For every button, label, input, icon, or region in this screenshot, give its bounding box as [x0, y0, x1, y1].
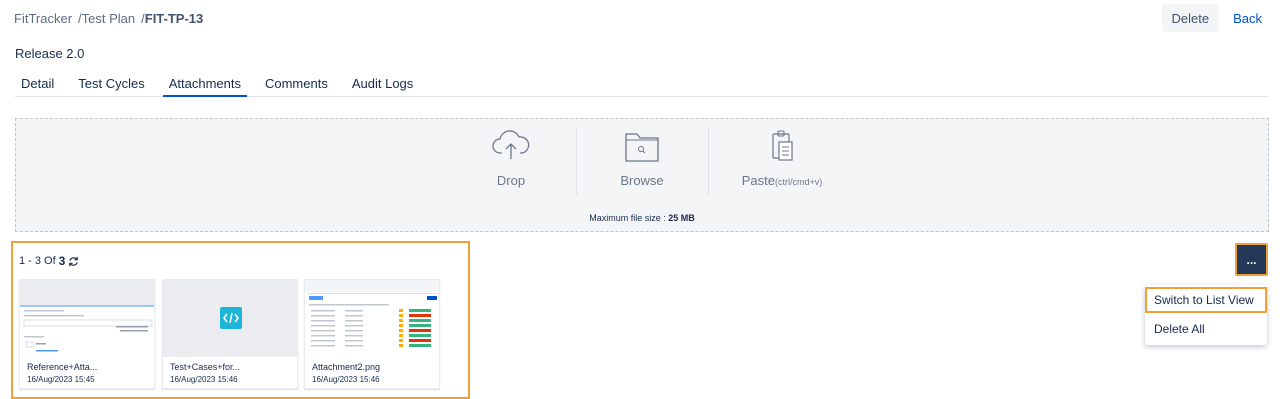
attachment-thumbnail	[20, 280, 154, 357]
attachment-date: 16/Aug/2023 15:46	[170, 375, 238, 384]
folder-icon	[625, 133, 659, 162]
paste-shortcut-hint: (ctrl/cmd+v)	[775, 177, 823, 187]
document-preview-image	[20, 280, 154, 357]
breadcrumb-section[interactable]: /Test Plan	[78, 11, 135, 26]
tab-test-cycles[interactable]: Test Cycles	[72, 73, 150, 97]
tab-comments[interactable]: Comments	[259, 73, 334, 97]
attachment-count: 1 - 3 Of 3	[19, 254, 79, 268]
more-options-menu: Switch to List View Delete All	[1145, 285, 1267, 345]
count-range: 1 - 3	[19, 255, 42, 267]
header-actions: Delete Back	[1161, 4, 1270, 32]
attachment-card[interactable]: Test+Cases+for... 16/Aug/2023 15:46	[162, 279, 298, 389]
count-total: 3	[58, 254, 66, 268]
code-file-icon	[220, 307, 242, 329]
attachment-card[interactable]: Attachment2.png 16/Aug/2023 15:46	[304, 279, 440, 389]
menu-item-switch-to-list-view[interactable]: Switch to List View	[1145, 287, 1267, 313]
drop-area[interactable]: Drop	[446, 129, 576, 199]
attachments-panel: 1 - 3 Of 3 Reference+Atta... 16/Aug/2023…	[11, 241, 470, 399]
browse-label: Browse	[620, 173, 664, 188]
drop-label: Drop	[496, 173, 526, 188]
attachment-name: Reference+Atta...	[27, 362, 98, 372]
back-button[interactable]: Back	[1225, 4, 1270, 32]
attachment-name: Attachment2.png	[312, 362, 381, 372]
menu-item-delete-all[interactable]: Delete All	[1145, 316, 1267, 342]
screenshot-preview-image	[305, 280, 439, 357]
breadcrumb-current: FIT-TP-13	[144, 11, 204, 26]
browse-area[interactable]: Browse	[577, 129, 707, 199]
count-of: Of	[44, 255, 56, 267]
refresh-icon[interactable]	[68, 256, 79, 267]
attachment-date: 16/Aug/2023 15:45	[27, 375, 95, 384]
tab-bar: Detail Test Cycles Attachments Comments …	[15, 73, 1268, 97]
attachment-date: 16/Aug/2023 15:46	[312, 375, 380, 384]
release-label: Release 2.0	[15, 46, 85, 61]
attachment-card[interactable]: Reference+Atta... 16/Aug/2023 15:45	[19, 279, 155, 389]
tab-attachments[interactable]: Attachments	[162, 73, 247, 97]
attachment-name: Test+Cases+for...	[170, 362, 241, 372]
more-options-button[interactable]: ...	[1235, 243, 1268, 276]
breadcrumb: FitTracker /Test Plan / FIT-TP-13	[14, 11, 203, 26]
attachment-thumbnail	[305, 280, 439, 357]
max-size-label: Maximum file size :	[589, 213, 666, 223]
max-size-value: 25 MB	[668, 213, 695, 223]
clipboard-icon	[772, 130, 793, 161]
attachment-thumbnail	[163, 280, 297, 357]
delete-button[interactable]: Delete	[1161, 4, 1220, 32]
paste-label: Paste(ctrl/cmd+v)	[712, 173, 852, 188]
breadcrumb-project[interactable]: FitTracker	[14, 11, 72, 26]
paste-text: Paste	[741, 173, 775, 188]
tab-audit-logs[interactable]: Audit Logs	[346, 73, 419, 97]
cloud-upload-icon	[492, 130, 530, 159]
paste-area[interactable]: Paste(ctrl/cmd+v)	[712, 129, 852, 199]
divider	[708, 127, 709, 195]
upload-dropzone[interactable]: Drop Browse Paste(ctrl/cmd+v) Maximum fi…	[15, 118, 1269, 232]
ellipsis-icon: ...	[1246, 252, 1257, 267]
tab-detail[interactable]: Detail	[15, 73, 60, 97]
max-file-size-note: Maximum file size : 25 MB	[16, 213, 1268, 223]
